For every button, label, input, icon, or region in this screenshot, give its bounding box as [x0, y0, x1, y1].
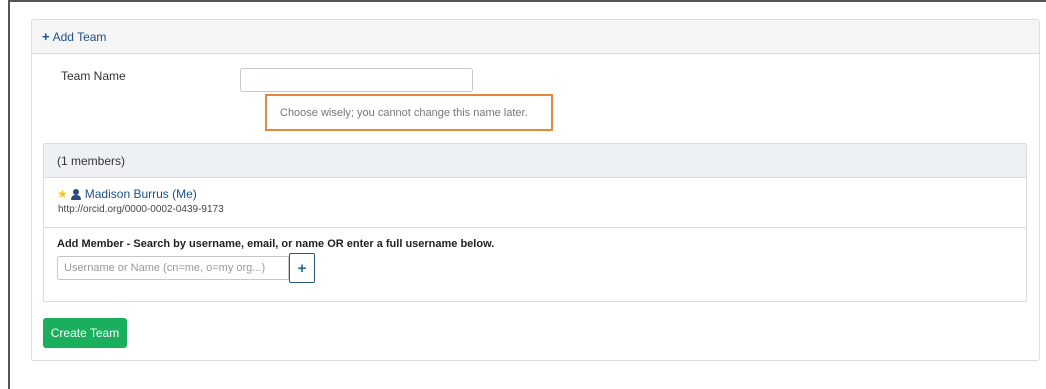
add-team-label: Add Team	[52, 29, 107, 44]
team-name-hint-text: Choose wisely; you cannot change this na…	[280, 106, 528, 119]
plus-icon: +	[42, 29, 50, 44]
panel-heading: + Add Team	[32, 20, 1039, 54]
team-name-input[interactable]	[240, 68, 473, 92]
add-member-section: Add Member - Search by username, email, …	[44, 228, 1026, 283]
add-member-button[interactable]: +	[289, 253, 315, 283]
member-search-input[interactable]	[57, 256, 289, 280]
member-orcid: http://orcid.org/0000-0002-0439-9173	[58, 204, 224, 215]
team-name-hint: Choose wisely; you cannot change this na…	[265, 94, 553, 131]
member-name-link[interactable]: Madison Burrus (Me)	[85, 187, 197, 201]
team-name-label: Team Name	[61, 69, 126, 83]
members-panel: (1 members) ★ Madison Burrus (Me) http:/…	[43, 143, 1027, 302]
members-heading: (1 members)	[44, 144, 1026, 178]
plus-icon: +	[297, 259, 307, 277]
add-team-link[interactable]: + Add Team	[42, 29, 106, 44]
list-item: ★ Madison Burrus (Me) http://orcid.org/0…	[44, 178, 1026, 228]
star-icon: ★	[57, 187, 68, 201]
create-team-button[interactable]: Create Team	[43, 318, 127, 348]
add-member-label: Add Member - Search by username, email, …	[57, 238, 495, 250]
person-icon	[70, 188, 81, 200]
